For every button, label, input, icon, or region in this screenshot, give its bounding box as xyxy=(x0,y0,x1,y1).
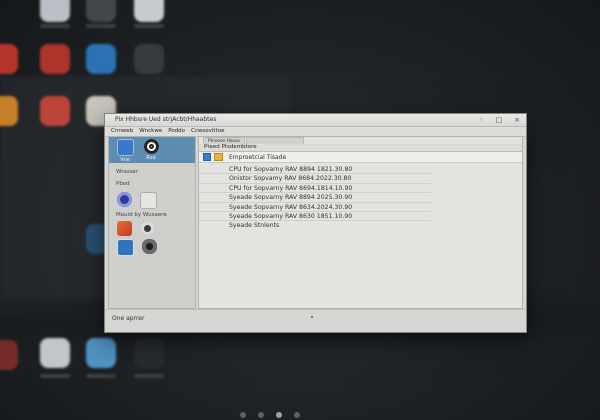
tab-empty[interactable] xyxy=(246,137,305,144)
sidebar-icon-row xyxy=(109,192,195,209)
content-panel: Plnsose Hasso Pteed Ptsdembtore Emproetc… xyxy=(198,136,523,309)
tab-bar: Plnsose Hasso xyxy=(199,137,522,144)
list-item[interactable]: Syeade Sopvarny RAV 8630 1851.10.90 xyxy=(199,212,431,222)
list-item[interactable]: Onistor Sopvamy RAV 8684.2022.30.80 xyxy=(199,174,431,184)
status-bar: One aprrer xyxy=(105,309,526,332)
background-app-icon xyxy=(86,338,116,368)
list-item[interactable]: CPU for Sopvarny RAV 8694.1814.10.90 xyxy=(199,184,431,194)
page-indicator-dot[interactable] xyxy=(294,412,300,418)
target-icon xyxy=(143,139,159,154)
camera-icon[interactable] xyxy=(140,221,155,236)
background-app-icon xyxy=(40,338,70,368)
background-label xyxy=(86,374,116,378)
menu-item[interactable]: Poddo xyxy=(168,127,185,136)
background-app-icon xyxy=(0,340,18,370)
disc-icon[interactable] xyxy=(117,192,132,207)
background-label xyxy=(86,24,116,28)
monitor-icon xyxy=(116,139,134,156)
background-label xyxy=(134,374,164,378)
background-app-icon xyxy=(40,0,70,22)
display-icon[interactable] xyxy=(117,239,134,256)
maximize-button[interactable]: □ xyxy=(496,114,503,126)
background-label xyxy=(40,24,70,28)
checkbox-icon[interactable] xyxy=(203,153,211,161)
close-button[interactable]: × xyxy=(514,114,520,126)
sidebar-item-label: Vne xyxy=(120,157,130,163)
sidebar-section-label: Pbod xyxy=(116,181,130,187)
panel-title: Pteed Ptsdembtore xyxy=(199,144,522,152)
sidebar-icon-row xyxy=(109,221,195,236)
minimize-button[interactable]: ◦ xyxy=(479,114,483,126)
list-item[interactable]: Syeade Sopvarny RAV 8894 2025.30.90 xyxy=(199,193,431,203)
background-app-icon xyxy=(40,96,70,126)
page-indicator-dot[interactable] xyxy=(276,412,282,418)
window-titlebar[interactable]: Pix Hhbsre Ued strjAcbt/Hhaabtes ◦ □ × xyxy=(105,114,526,127)
background-app-icon xyxy=(134,44,164,74)
window-title: Pix Hhbsre Ued strjAcbt/Hhaabtes xyxy=(115,116,217,123)
list-item[interactable]: Syeade Stnlents xyxy=(199,221,431,230)
selected-item-row[interactable]: Emproetcial Tisade xyxy=(199,152,522,163)
menu-item[interactable]: Ccwsovittoe xyxy=(191,127,224,136)
page-indicator-dot[interactable] xyxy=(240,412,246,418)
background-app-icon xyxy=(86,0,116,22)
sidebar-item-vne[interactable]: Vne xyxy=(116,139,134,163)
menu-item[interactable]: Wnckwe xyxy=(139,127,162,136)
background-label xyxy=(40,374,70,378)
background-label xyxy=(134,24,164,28)
background-app-icon xyxy=(0,96,18,126)
photo-icon[interactable] xyxy=(117,221,132,236)
webcam-icon[interactable] xyxy=(142,239,157,254)
list-item[interactable]: CPU for Sopvarny RAV 8894 1821.30.80 xyxy=(199,165,431,175)
menu-item[interactable]: Cnnweb xyxy=(111,127,133,136)
background-app-icon xyxy=(86,44,116,74)
item-list: CPU for Sopvarny RAV 8894 1821.30.80 Oni… xyxy=(199,163,522,231)
background-app-icon xyxy=(40,44,70,74)
sidebar-section-label: Mauid by Wusaere xyxy=(116,212,167,218)
sidebar-icon-row xyxy=(109,239,195,256)
window-controls: ◦ □ × xyxy=(479,114,520,126)
background-app-icon xyxy=(0,44,18,74)
page-indicator-dot[interactable] xyxy=(258,412,264,418)
background-app-icon xyxy=(134,338,164,368)
list-item[interactable]: Syeade Sopvarny RAV 8634.2024.30.90 xyxy=(199,203,431,212)
selected-item-label: Emproetcial Tisade xyxy=(229,153,287,161)
mouse-cursor xyxy=(311,316,313,318)
sidebar-item-rsd[interactable]: Rsd xyxy=(142,139,160,163)
app-window: Pix Hhbsre Ued strjAcbt/Hhaabtes ◦ □ × C… xyxy=(104,113,527,333)
sidebar-selected-group: Vne Rsd xyxy=(109,137,195,163)
sidebar-item-label: Rsd xyxy=(146,155,156,161)
folder-icon xyxy=(214,153,223,161)
background-app-icon xyxy=(134,0,164,22)
sidebar: Vne Rsd Wrasser Pbod Mauid by Wusaere xyxy=(108,136,196,309)
tab-processes[interactable]: Plnsose Hasso xyxy=(203,137,246,144)
contacts-icon[interactable] xyxy=(140,192,157,209)
status-text: One aprrer xyxy=(112,315,145,322)
